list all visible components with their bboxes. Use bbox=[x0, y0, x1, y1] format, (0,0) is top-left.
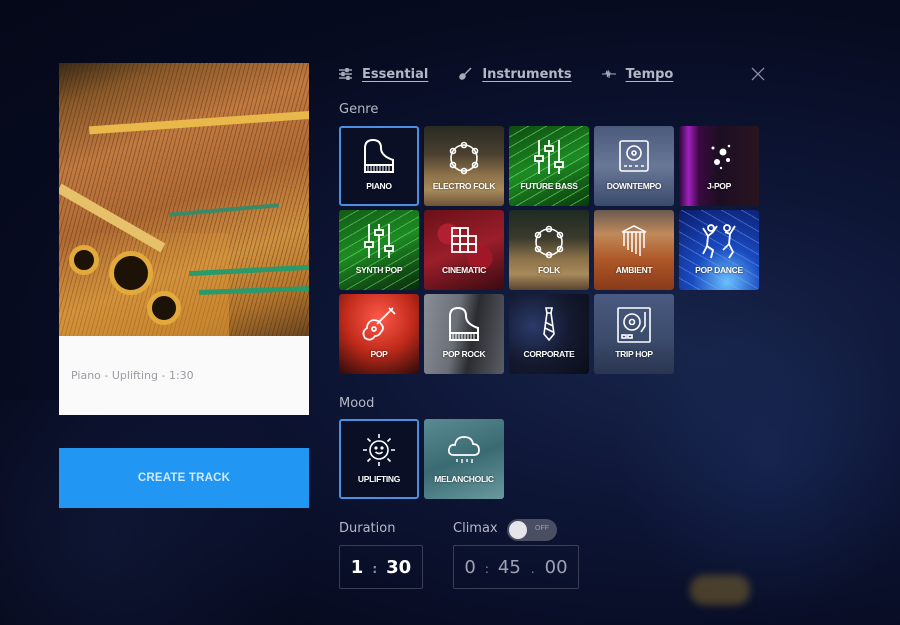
turntable-icon bbox=[617, 307, 651, 343]
climax-label: Climax bbox=[453, 521, 498, 536]
genre-tile-pop-rock[interactable]: POP ROCK bbox=[424, 294, 504, 374]
time-separator: . bbox=[530, 562, 535, 576]
command-knot-icon bbox=[451, 227, 477, 253]
genre-label: FUTURE BASS bbox=[520, 181, 578, 191]
genre-label: POP ROCK bbox=[442, 349, 486, 359]
toggle-state: OFF bbox=[535, 525, 549, 532]
genre-tile-downtempo[interactable]: DOWNTEMPO bbox=[594, 126, 674, 206]
duration-seconds[interactable]: 30 bbox=[386, 557, 411, 578]
track-summary: Piano - Uplifting - 1:30 bbox=[71, 369, 194, 382]
pan-flute-icon bbox=[621, 225, 647, 256]
tambourine-icon bbox=[449, 141, 479, 175]
mood-tile-melancholic[interactable]: MELANCHOLIC bbox=[424, 419, 504, 499]
tab-tempo[interactable]: Tempo bbox=[601, 66, 674, 82]
mood-label: MELANCHOLIC bbox=[434, 474, 494, 484]
toggle-knob bbox=[509, 521, 527, 539]
climax-time-input[interactable]: 0 : 45 . 00 bbox=[453, 545, 579, 589]
track-preview-card: Piano - Uplifting - 1:30 bbox=[59, 63, 309, 415]
piano-icon bbox=[449, 306, 479, 341]
genre-tile-pop-dance[interactable]: POP DANCE bbox=[679, 210, 759, 290]
mixer-sliders-icon bbox=[364, 224, 394, 258]
time-separator: : bbox=[372, 562, 378, 576]
settings-tabs: Essential Instruments Tempo bbox=[338, 63, 703, 85]
turntable-icon bbox=[619, 140, 649, 172]
guitar-icon bbox=[458, 67, 472, 81]
duration-label: Duration bbox=[339, 521, 396, 536]
mood-grid: UPLIFTING MELANCHOLIC bbox=[339, 419, 504, 499]
climax-hundredths[interactable]: 00 bbox=[545, 557, 568, 578]
background-glow bbox=[0, 400, 360, 625]
mood-label: UPLIFTING bbox=[357, 474, 401, 484]
waveform-icon bbox=[601, 67, 616, 81]
climax-minutes[interactable]: 0 bbox=[464, 557, 475, 578]
genre-tile-j-pop[interactable]: J-POP bbox=[679, 126, 759, 206]
duration-input[interactable]: 1 : 30 bbox=[339, 545, 423, 589]
sliders-icon bbox=[338, 67, 352, 81]
close-icon bbox=[751, 67, 765, 81]
tab-essential[interactable]: Essential bbox=[338, 67, 428, 82]
close-button[interactable] bbox=[750, 66, 766, 82]
tie-icon bbox=[543, 307, 555, 342]
climax-toggle[interactable]: OFF bbox=[507, 519, 557, 541]
mood-tile-uplifting[interactable]: UPLIFTING bbox=[339, 419, 419, 499]
genre-label: DOWNTEMPO bbox=[606, 181, 662, 191]
genre-label: CINEMATIC bbox=[442, 265, 486, 275]
genre-tile-cinematic[interactable]: CINEMATIC bbox=[424, 210, 504, 290]
genre-tile-piano[interactable]: PIANO bbox=[339, 126, 419, 206]
tab-instruments[interactable]: Instruments bbox=[458, 66, 572, 82]
genre-tile-folk[interactable]: FOLK bbox=[509, 210, 589, 290]
genre-label: SYNTH POP bbox=[355, 265, 403, 275]
genre-tile-pop[interactable]: POP bbox=[339, 294, 419, 374]
genre-heading: Genre bbox=[339, 102, 379, 117]
tab-label: Instruments bbox=[482, 66, 572, 82]
genre-tile-future-bass[interactable]: FUTURE BASS bbox=[509, 126, 589, 206]
time-separator: : bbox=[484, 562, 489, 576]
genre-label: AMBIENT bbox=[615, 265, 653, 275]
genre-label: FOLK bbox=[538, 265, 560, 275]
genre-label: J-POP bbox=[706, 181, 731, 191]
genre-label: POP bbox=[370, 349, 388, 359]
genre-cover-image bbox=[59, 63, 309, 336]
background-decoration bbox=[690, 575, 750, 605]
genre-tile-electro-folk[interactable]: ELECTRO FOLK bbox=[424, 126, 504, 206]
tambourine-icon bbox=[534, 225, 564, 259]
smiling-sun-icon bbox=[363, 434, 395, 466]
genre-tile-synth-pop[interactable]: SYNTH POP bbox=[339, 210, 419, 290]
create-track-button[interactable]: CREATE TRACK bbox=[59, 448, 309, 508]
genre-label: ELECTRO FOLK bbox=[432, 181, 496, 191]
tab-label: Essential bbox=[362, 66, 429, 82]
dancers-icon bbox=[702, 224, 736, 259]
genre-label: PIANO bbox=[366, 181, 392, 191]
genre-tile-ambient[interactable]: AMBIENT bbox=[594, 210, 674, 290]
mood-heading: Mood bbox=[339, 396, 375, 411]
rain-cloud-icon bbox=[448, 436, 480, 463]
genre-label: TRIP HOP bbox=[615, 349, 653, 359]
duration-minutes[interactable]: 1 bbox=[351, 557, 364, 578]
genre-tile-trip-hop[interactable]: TRIP HOP bbox=[594, 294, 674, 374]
genre-grid: PIANO ELECTRO FOLK FUTURE BASS DOWNTEMPO… bbox=[339, 126, 764, 374]
sparkles-icon bbox=[711, 144, 731, 170]
piano-icon bbox=[364, 138, 394, 173]
tab-label: Tempo bbox=[625, 66, 674, 82]
guitar-icon bbox=[362, 307, 396, 341]
genre-tile-corporate[interactable]: CORPORATE bbox=[509, 294, 589, 374]
genre-label: POP DANCE bbox=[695, 265, 743, 275]
mixer-sliders-icon bbox=[534, 140, 564, 174]
genre-label: CORPORATE bbox=[523, 349, 575, 359]
climax-seconds[interactable]: 45 bbox=[498, 557, 521, 578]
